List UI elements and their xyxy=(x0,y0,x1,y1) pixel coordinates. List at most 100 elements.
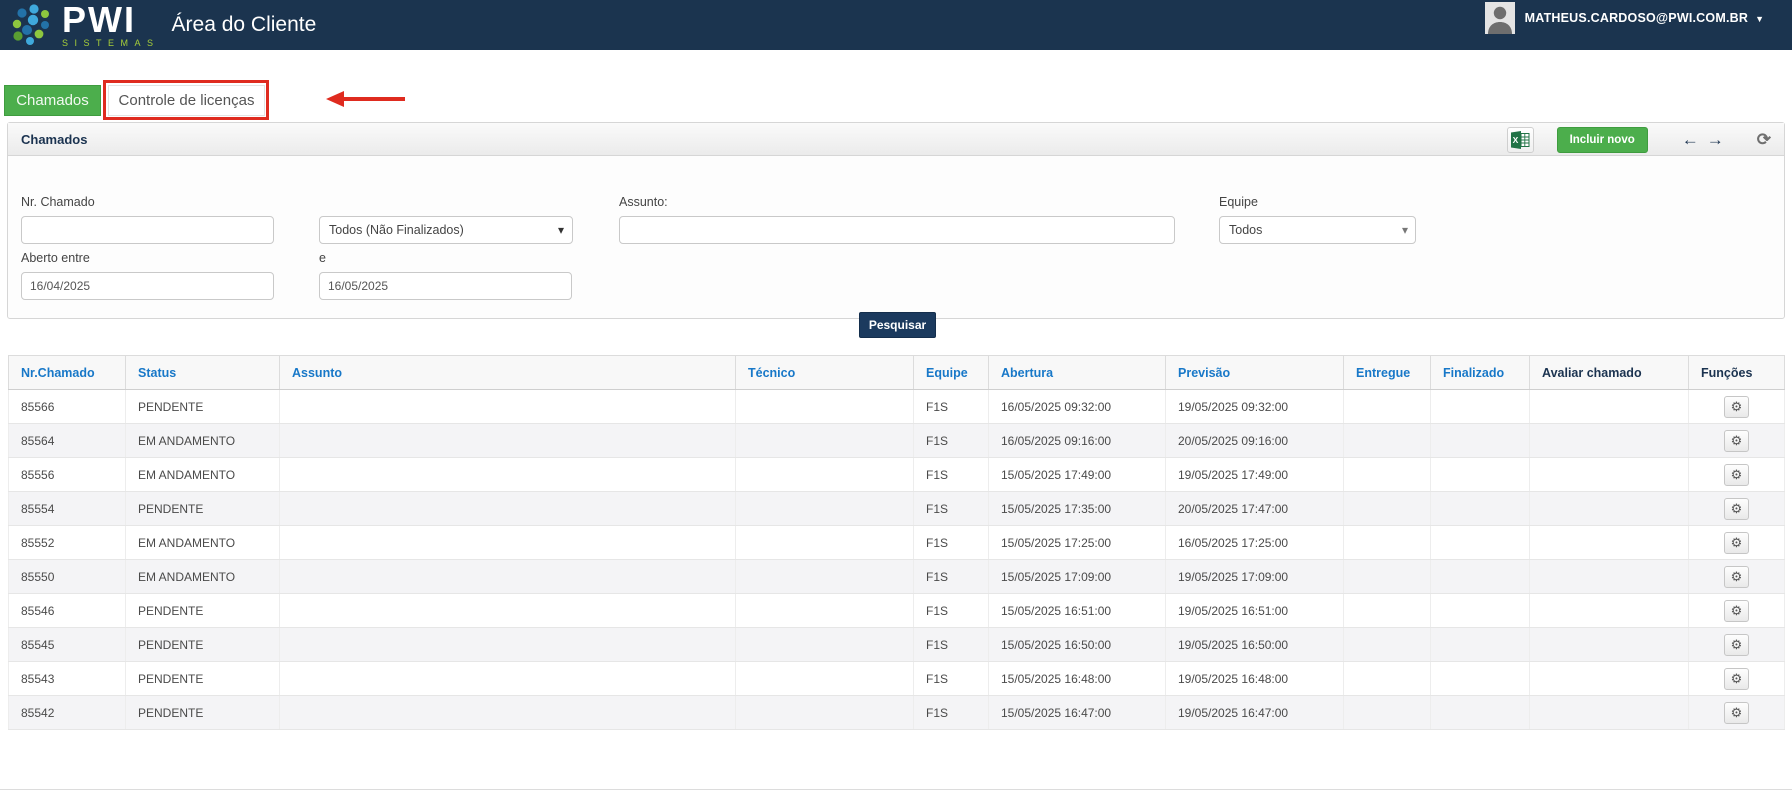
assunto-input[interactable] xyxy=(619,216,1175,244)
pwi-logo-icon xyxy=(10,3,58,47)
row-actions-button[interactable]: ⚙ xyxy=(1724,702,1749,724)
panel-title: Chamados xyxy=(8,123,87,156)
cell-equipe: F1S xyxy=(914,526,989,560)
cell-tecnico xyxy=(736,696,914,730)
table-row: 85543 PENDENTE F1S 15/05/2025 16:48:00 1… xyxy=(9,662,1785,696)
cell-assunto xyxy=(280,526,736,560)
refresh-icon[interactable]: ⟳ xyxy=(1757,130,1771,150)
cell-avaliar-chamado xyxy=(1530,390,1689,424)
cell-equipe: F1S xyxy=(914,696,989,730)
cell-finalizado xyxy=(1431,390,1530,424)
cell-abertura: 15/05/2025 17:49:00 xyxy=(989,458,1166,492)
equipe-filter-select[interactable]: Todos ▾ xyxy=(1219,216,1416,244)
cell-assunto xyxy=(280,390,736,424)
gear-icon: ⚙ xyxy=(1731,705,1743,720)
chevron-down-icon: ▾ xyxy=(558,217,564,243)
nr-chamado-input[interactable] xyxy=(21,216,274,244)
chevron-down-icon: ▼ xyxy=(1755,14,1764,24)
cell-previsao: 19/05/2025 16:48:00 xyxy=(1166,662,1344,696)
prev-arrow-icon[interactable]: ← xyxy=(1682,130,1699,150)
status-filter-select[interactable]: Todos (Não Finalizados) ▾ xyxy=(319,216,573,244)
cell-avaliar-chamado xyxy=(1530,628,1689,662)
cell-status: PENDENTE xyxy=(126,628,280,662)
date-to-input[interactable] xyxy=(319,272,572,300)
row-actions-button[interactable]: ⚙ xyxy=(1724,634,1749,656)
row-actions-button[interactable]: ⚙ xyxy=(1724,668,1749,690)
col-header-tecnico[interactable]: Técnico xyxy=(736,356,914,390)
cell-entregue xyxy=(1344,424,1431,458)
tab-chamados[interactable]: Chamados xyxy=(4,85,101,116)
cell-equipe: F1S xyxy=(914,594,989,628)
row-actions-button[interactable]: ⚙ xyxy=(1724,566,1749,588)
col-header-assunto[interactable]: Assunto xyxy=(280,356,736,390)
cell-avaliar-chamado xyxy=(1530,424,1689,458)
col-header-status[interactable]: Status xyxy=(126,356,280,390)
cell-previsao: 19/05/2025 17:09:00 xyxy=(1166,560,1344,594)
gear-icon: ⚙ xyxy=(1731,399,1743,414)
brand-subtitle: SISTEMAS xyxy=(62,38,160,48)
equipe-label: Equipe xyxy=(1219,195,1258,209)
col-header-entregue[interactable]: Entregue xyxy=(1344,356,1431,390)
tab-controle-de-licencas[interactable]: Controle de licenças xyxy=(108,85,265,116)
cell-finalizado xyxy=(1431,560,1530,594)
col-header-previsao[interactable]: Previsão xyxy=(1166,356,1344,390)
cell-funcoes: ⚙ xyxy=(1689,628,1785,662)
e-label: e xyxy=(319,251,326,265)
cell-finalizado xyxy=(1431,492,1530,526)
col-header-nr-chamado[interactable]: Nr.Chamado xyxy=(9,356,126,390)
cell-funcoes: ⚙ xyxy=(1689,696,1785,730)
cell-tecnico xyxy=(736,594,914,628)
avatar xyxy=(1485,2,1515,34)
user-menu[interactable]: MATHEUS.CARDOSO@PWI.COM.BR ▼ xyxy=(1485,2,1764,34)
cell-tecnico xyxy=(736,526,914,560)
col-header-abertura[interactable]: Abertura xyxy=(989,356,1166,390)
cell-nr-chamado: 85546 xyxy=(9,594,126,628)
cell-assunto xyxy=(280,594,736,628)
row-actions-button[interactable]: ⚙ xyxy=(1724,464,1749,486)
cell-funcoes: ⚙ xyxy=(1689,458,1785,492)
person-icon xyxy=(1485,2,1515,34)
cell-status: EM ANDAMENTO xyxy=(126,560,280,594)
cell-previsao: 19/05/2025 16:47:00 xyxy=(1166,696,1344,730)
cell-funcoes: ⚙ xyxy=(1689,390,1785,424)
brand-logo: PWI SISTEMAS xyxy=(10,0,160,48)
cell-abertura: 15/05/2025 16:47:00 xyxy=(989,696,1166,730)
cell-funcoes: ⚙ xyxy=(1689,594,1785,628)
row-actions-button[interactable]: ⚙ xyxy=(1724,396,1749,418)
cell-funcoes: ⚙ xyxy=(1689,526,1785,560)
col-header-finalizado[interactable]: Finalizado xyxy=(1431,356,1530,390)
filter-form: Nr. Chamado Todos (Não Finalizados) ▾ As… xyxy=(8,156,1784,319)
cell-abertura: 15/05/2025 16:48:00 xyxy=(989,662,1166,696)
cell-entregue xyxy=(1344,662,1431,696)
row-actions-button[interactable]: ⚙ xyxy=(1724,600,1749,622)
export-excel-button[interactable]: X xyxy=(1507,127,1534,153)
user-email: MATHEUS.CARDOSO@PWI.COM.BR xyxy=(1525,11,1748,25)
table-row: 85546 PENDENTE F1S 15/05/2025 16:51:00 1… xyxy=(9,594,1785,628)
row-actions-button[interactable]: ⚙ xyxy=(1724,532,1749,554)
cell-previsao: 19/05/2025 17:49:00 xyxy=(1166,458,1344,492)
col-header-equipe[interactable]: Equipe xyxy=(914,356,989,390)
annotation-arrow xyxy=(343,97,405,101)
cell-abertura: 15/05/2025 17:09:00 xyxy=(989,560,1166,594)
cell-status: EM ANDAMENTO xyxy=(126,424,280,458)
panel-toolbar: X Incluir novo ← → ⟳ xyxy=(1507,126,1771,153)
cell-equipe: F1S xyxy=(914,458,989,492)
pesquisar-button[interactable]: Pesquisar xyxy=(859,312,936,338)
nr-chamado-label: Nr. Chamado xyxy=(21,195,95,209)
next-arrow-icon[interactable]: → xyxy=(1707,130,1724,150)
row-actions-button[interactable]: ⚙ xyxy=(1724,430,1749,452)
col-header-avaliar-chamado: Avaliar chamado xyxy=(1530,356,1689,390)
chamados-panel: Chamados X Incluir novo ← → ⟳ Nr. Chamad… xyxy=(7,122,1785,319)
gear-icon: ⚙ xyxy=(1731,637,1743,652)
cell-finalizado xyxy=(1431,628,1530,662)
cell-status: EM ANDAMENTO xyxy=(126,458,280,492)
cell-status: EM ANDAMENTO xyxy=(126,526,280,560)
cell-assunto xyxy=(280,662,736,696)
gear-icon: ⚙ xyxy=(1731,671,1743,686)
cell-tecnico xyxy=(736,492,914,526)
row-actions-button[interactable]: ⚙ xyxy=(1724,498,1749,520)
incluir-novo-button[interactable]: Incluir novo xyxy=(1557,127,1648,153)
cell-equipe: F1S xyxy=(914,560,989,594)
cell-nr-chamado: 85550 xyxy=(9,560,126,594)
date-from-input[interactable] xyxy=(21,272,274,300)
